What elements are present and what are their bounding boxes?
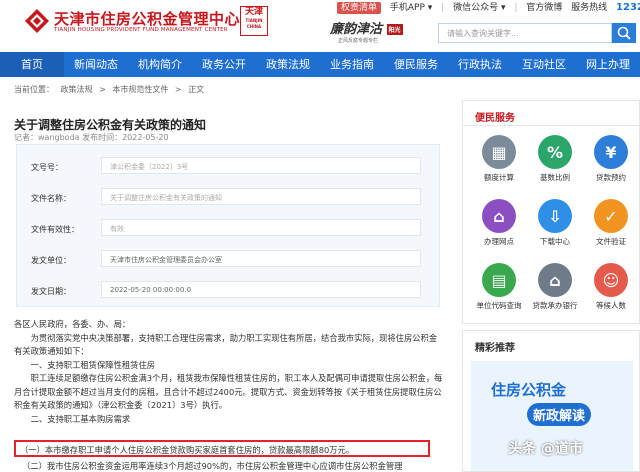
article-meta: 记者：wangboda 发布时间：2022-05-20 — [14, 133, 169, 142]
panel-title: 精彩推荐 — [475, 343, 515, 354]
page-title: 关于调整住房公积金有关政策的通知 — [14, 118, 207, 132]
hotline-label: 服务热线 — [571, 3, 608, 13]
info-row-doc-number: 文号号： 津公积金委〔2022〕3号 — [17, 157, 441, 177]
top-quicklinks: 权责清单 手机APP ▾ | 微信公众号 ▾ | 官方微博 服务热线 12329 — [337, 0, 640, 14]
seal-sub: TIANJIN CHINA — [245, 18, 263, 29]
service-item[interactable]: % 基数比例 — [527, 135, 583, 183]
nav-guide[interactable]: 业务指南 — [320, 52, 384, 77]
nav-home[interactable]: 首页 — [0, 52, 64, 77]
body-heading: 二、支持职工基本购房需求 — [30, 413, 131, 424]
service-item[interactable]: ▤ 单位代码查询 — [471, 263, 527, 311]
service-label: 文件验证 — [596, 237, 626, 246]
slogan-text: 廉韵津沽 — [330, 22, 383, 37]
nav-news[interactable]: 新闻动态 — [64, 52, 128, 77]
breadcrumb-prefix: 当前位置： — [14, 85, 54, 94]
service-label: 办理网点 — [484, 237, 514, 246]
service-item[interactable]: ¥ 贷款预约 — [583, 135, 639, 183]
panel-title: 便民服务 — [475, 113, 515, 124]
site-subtitle: TIANJIN HOUSING PROVIDENT FUND MANAGEMEN… — [54, 27, 228, 33]
info-label: 发文单位： — [31, 256, 71, 265]
service-item[interactable]: ⌂ 办理网点 — [471, 199, 527, 247]
service-label: 贷款承办银行 — [532, 301, 578, 310]
code-query-icon: ▤ — [482, 263, 516, 297]
service-label: 额度计算 — [484, 173, 514, 182]
body-paragraph: （二）我市住房公积金资金运用率连续3个月超过90%的，市住房公积金管理中心应调市… — [22, 461, 403, 471]
promo-subtitle: 新政解读 — [527, 403, 592, 426]
location-icon: ⌂ — [482, 199, 516, 233]
service-label: 基数比例 — [540, 173, 570, 182]
download-icon: ⇩ — [538, 199, 572, 233]
info-value: 天津市住房公积金管理委员会办公室 — [101, 250, 421, 267]
search-icon — [617, 26, 631, 40]
slogan-subtitle: 正风反腐专题专栏 — [338, 38, 379, 44]
body-paragraph: 职工连续足额缴存住房公积金满3个月，租赁我市保障性租赁住房的，职工本人及配偶可申… — [14, 373, 443, 410]
info-label: 文号号： — [31, 163, 63, 172]
main-nav: 首页 新闻动态 机构简介 政务公开 政策法规 业务指南 便民服务 行政执法 互动… — [0, 52, 640, 77]
logo-icon — [25, 9, 49, 33]
responsibility-list-link[interactable]: 权责清单 — [337, 2, 382, 14]
info-value: 有效 — [101, 219, 421, 236]
service-item[interactable]: ⌂ 贷款承办银行 — [527, 263, 583, 311]
tianjin-seal-logo: 天津 TIANJIN CHINA — [240, 6, 268, 36]
promo-title: 住房公积金 — [491, 381, 567, 399]
hotline-number: 12329 — [616, 2, 640, 13]
service-label: 贷款预约 — [596, 173, 626, 182]
watermark: 头条 @道市 — [508, 441, 583, 457]
shield-check-icon: ✓ — [594, 199, 628, 233]
highlighted-clause: （一）本市缴存职工申请个人住房公积金贷款购买家庭首套住房的，贷款最高限额80万元… — [20, 445, 355, 455]
search-button[interactable] — [612, 23, 636, 43]
nav-community[interactable]: 互动社区 — [512, 52, 576, 77]
service-label: 单位代码查询 — [476, 301, 522, 310]
search-input[interactable]: 请输入查询关键字... — [438, 23, 612, 43]
info-value: 津公积金委〔2022〕3号 — [101, 157, 421, 174]
loan-icon: ¥ — [594, 135, 628, 169]
seal-text: 天津 — [244, 7, 263, 17]
info-value: 关于调整住房公积金有关政策的通知 — [101, 188, 421, 205]
info-label: 文件有效性： — [31, 225, 79, 234]
bank-icon: ⌂ — [538, 263, 572, 297]
breadcrumb-current: 正文 — [188, 85, 205, 94]
percent-icon: % — [538, 135, 572, 169]
people-icon: ☺ — [594, 263, 628, 297]
document-info-box: 文号号： 津公积金委〔2022〕3号 文件名称： 关于调整住房公积金有关政策的通… — [16, 144, 440, 307]
breadcrumb-sep: > — [174, 85, 182, 94]
nav-enforcement[interactable]: 行政执法 — [448, 52, 512, 77]
breadcrumb-sep: > — [99, 85, 106, 94]
info-row-doc-name: 文件名称： 关于调整住房公积金有关政策的通知 — [17, 188, 441, 208]
info-label: 文件名称： — [31, 194, 71, 203]
article-body: 各区人民政府，各委、办、局： 为贯彻落实党中央决策部署，支持职工合理住房需求，助… — [14, 318, 444, 426]
nav-online[interactable]: 网上办理 — [576, 52, 640, 77]
slogan-badge: 阳光 — [386, 24, 403, 35]
site-header: 天津市住房公积金管理中心 TIANJIN HOUSING PROVIDENT F… — [0, 0, 640, 52]
nav-policies[interactable]: 政策法规 — [256, 52, 320, 77]
breadcrumb: 当前位置： 政策法规 > 本市规范性文件 > 正文 — [14, 84, 208, 95]
info-row-date: 发文日期： 2022-05-20 00:00:00.0 — [17, 281, 441, 301]
service-label: 下载中心 — [540, 237, 570, 246]
weibo-link[interactable]: 官方微博 — [526, 3, 562, 13]
info-label: 发文日期： — [31, 287, 71, 296]
convenience-services-panel: 便民服务 ▦ 额度计算% 基数比例 ¥ 贷款预约 ⌂ 办理网点 ⇩ 下载中心 ✓ 文件验证 ▤ 单位代码… — [462, 100, 640, 324]
body-heading: 一、支持职工租赁保障性租赁住房 — [30, 359, 156, 370]
service-item[interactable]: ✓ 文件验证 — [583, 199, 639, 247]
service-item[interactable]: ⇩ 下载中心 — [527, 199, 583, 247]
wechat-link[interactable]: 微信公众号 ▾ — [453, 3, 505, 13]
info-row-validity: 文件有效性： 有效 — [17, 219, 441, 239]
body-paragraph: 为贯彻落实党中央决策部署，支持职工合理住房需求，助力职工实现住有所居，结合我市实… — [14, 332, 438, 357]
calculator-icon: ▦ — [482, 135, 516, 169]
anti-corruption-banner[interactable]: 廉韵津沽 阳光 — [330, 18, 403, 37]
info-row-issuer: 发文单位： 天津市住房公积金管理委员会办公室 — [17, 250, 441, 270]
service-item[interactable]: ☺ 等候人数 — [583, 263, 639, 311]
site-title[interactable]: 天津市住房公积金管理中心 — [54, 8, 240, 29]
service-label: 等候人数 — [596, 301, 626, 310]
nav-services[interactable]: 便民服务 — [384, 52, 448, 77]
service-item[interactable]: ▦ 额度计算 — [471, 135, 527, 183]
info-value: 2022-05-20 00:00:00.0 — [101, 281, 421, 298]
nav-gov-affairs[interactable]: 政务公开 — [192, 52, 256, 77]
mobile-app-link[interactable]: 手机APP ▾ — [390, 3, 432, 13]
divider — [463, 125, 640, 126]
breadcrumb-policies[interactable]: 政策法规 — [61, 85, 93, 94]
breadcrumb-local-docs[interactable]: 本市规范性文件 — [112, 85, 168, 94]
body-paragraph: 各区人民政府，各委、办、局： — [14, 319, 131, 329]
nav-about[interactable]: 机构简介 — [128, 52, 192, 77]
